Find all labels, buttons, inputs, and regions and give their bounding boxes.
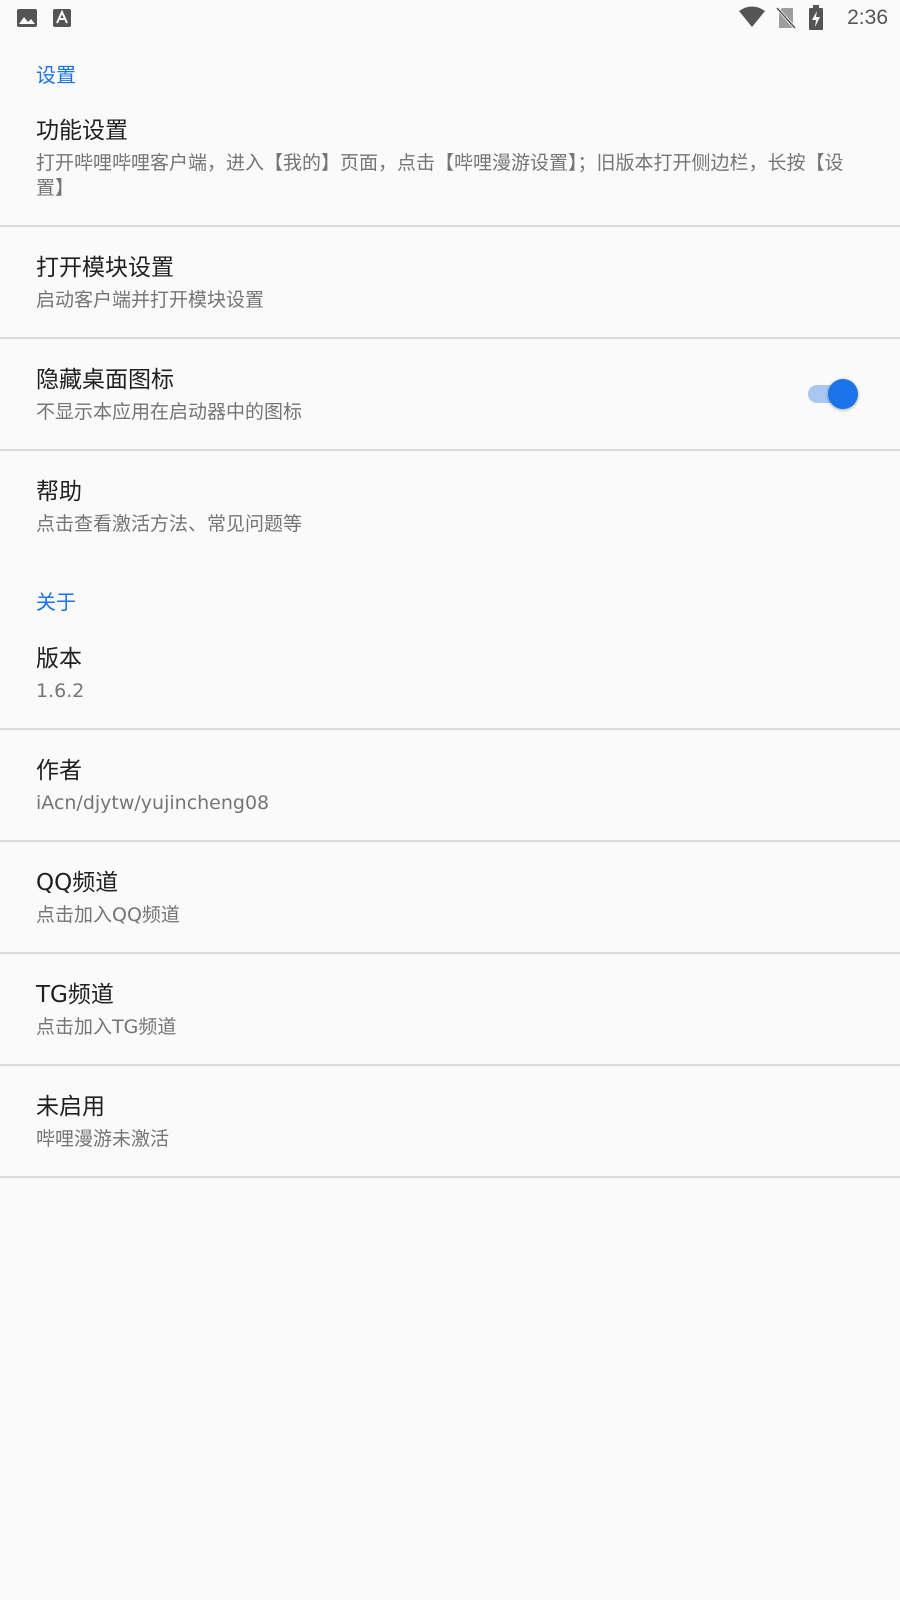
pref-summary: 打开哔哩哔哩客户端，进入【我的】页面，点击【哔哩漫游设置】；旧版本打开侧边栏，长…	[36, 152, 844, 199]
status-bar: 2:36	[0, 0, 900, 36]
pref-activation-status[interactable]: 未启用 哔哩漫游未激活	[0, 1066, 900, 1176]
section-title-about: 关于	[36, 590, 76, 614]
pref-summary: 不显示本应用在启动器中的图标	[36, 401, 303, 423]
pref-author[interactable]: 作者 iAcn/djytw/yujincheng08	[0, 730, 900, 840]
image-icon	[16, 7, 38, 33]
no-sim-icon	[775, 6, 797, 34]
pref-title: TG频道	[36, 982, 114, 1008]
pref-summary: 点击查看激活方法、常见问题等	[36, 513, 303, 535]
pref-title: 帮助	[36, 479, 82, 505]
toggle-thumb	[828, 379, 858, 409]
section-title-settings: 设置	[36, 63, 76, 87]
pref-version[interactable]: 版本 1.6.2	[0, 618, 900, 728]
status-time: 2:36	[847, 6, 888, 29]
pref-summary: 1.6.2	[36, 680, 85, 702]
hide-icon-toggle[interactable]	[806, 379, 858, 409]
pref-title: QQ频道	[36, 870, 119, 896]
battery-charging-icon	[808, 5, 824, 35]
pref-summary: iAcn/djytw/yujincheng08	[36, 792, 270, 814]
pref-title: 功能设置	[36, 118, 128, 144]
pref-title: 版本	[36, 646, 82, 672]
pref-tg-channel[interactable]: TG频道 点击加入TG频道	[0, 954, 900, 1064]
pref-summary: 启动客户端并打开模块设置	[36, 289, 265, 311]
pref-title: 未启用	[36, 1094, 105, 1120]
wifi-icon	[738, 6, 766, 32]
divider	[0, 1176, 900, 1178]
pref-title: 作者	[36, 758, 82, 784]
pref-summary: 点击加入QQ频道	[36, 904, 180, 926]
pref-summary: 点击加入TG频道	[36, 1016, 177, 1038]
pref-title: 隐藏桌面图标	[36, 367, 174, 393]
pref-help[interactable]: 帮助 点击查看激活方法、常见问题等	[0, 451, 900, 561]
pref-summary: 哔哩漫游未激活	[36, 1128, 170, 1150]
pref-hide-launcher-icon[interactable]: 隐藏桌面图标 不显示本应用在启动器中的图标	[0, 339, 900, 449]
font-icon	[52, 7, 72, 33]
pref-qq-channel[interactable]: QQ频道 点击加入QQ频道	[0, 842, 900, 952]
pref-title: 打开模块设置	[36, 255, 174, 281]
pref-feature-settings[interactable]: 功能设置 打开哔哩哔哩客户端，进入【我的】页面，点击【哔哩漫游设置】；旧版本打开…	[0, 100, 900, 225]
pref-open-module-settings[interactable]: 打开模块设置 启动客户端并打开模块设置	[0, 227, 900, 337]
